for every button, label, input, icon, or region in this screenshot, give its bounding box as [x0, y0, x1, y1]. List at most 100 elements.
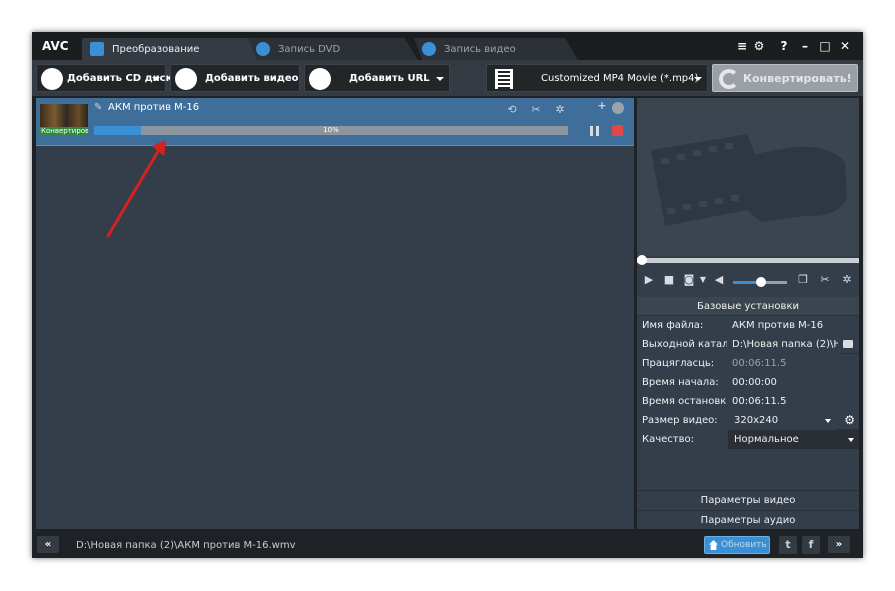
home-icon: [709, 540, 718, 550]
seek-handle[interactable]: [637, 255, 647, 265]
audio-params-button[interactable]: Параметры аудио: [637, 510, 859, 529]
file-list[interactable]: Конвертирование ✎ АКМ против М-16 ⟲ ✂ ✲ …: [36, 98, 634, 529]
prop-key: Працягласць:: [637, 354, 727, 373]
plus-icon[interactable]: +: [596, 100, 608, 112]
start-time-value[interactable]: 00:00:00: [728, 373, 859, 392]
cd-add-icon: [41, 68, 63, 90]
video-preview: [637, 98, 859, 256]
update-button[interactable]: Обновить: [704, 536, 770, 554]
film-strip-icon: [495, 69, 513, 89]
add-video-button[interactable]: Добавить видео: [170, 64, 300, 92]
prop-key: Качество:: [637, 430, 727, 449]
list-item[interactable]: Конвертирование ✎ АКМ против М-16 ⟲ ✂ ✲ …: [36, 98, 634, 146]
convert-icon: [90, 42, 104, 56]
properties-panel: Базовые установки Имя файла: АКМ против …: [637, 297, 859, 449]
tab-dvd[interactable]: Запись DVD: [248, 38, 418, 60]
prop-row-quality: Качество: Нормальное: [637, 430, 859, 449]
filename-value[interactable]: АКМ против М-16: [728, 316, 859, 335]
title-bar: AVC Преобразование Запись DVD Запись вид…: [32, 32, 863, 60]
film-reel-icon: [651, 134, 847, 226]
volume-handle[interactable]: [756, 277, 766, 287]
record-icon: [422, 42, 436, 56]
maximize-button[interactable]: □: [818, 39, 832, 53]
prop-row-video-size: Размер видео: 320x240 ⚙: [637, 411, 859, 430]
chevron-down-icon: [848, 438, 854, 442]
right-panel: ▶ ■ ◙ ▼ ◀ ❐ ✂ ✲ Базовые установки Имя фа…: [637, 98, 859, 529]
twitter-icon[interactable]: t: [779, 536, 797, 554]
prop-row-stop-time: Время остановки: 00:06:11.5: [637, 392, 859, 411]
item-status: Конвертирование: [40, 127, 88, 136]
stop-icon[interactable]: ■: [663, 274, 675, 286]
convert-icon: [719, 69, 739, 89]
duration-value: 00:06:11.5: [728, 354, 859, 373]
convert-label: Конвертировать!: [743, 72, 852, 85]
seek-bar[interactable]: [637, 258, 859, 263]
item-title: АКМ против М-16: [108, 102, 200, 113]
app-window: AVC Преобразование Запись DVD Запись вид…: [32, 32, 863, 558]
prop-row-output-dir: Выходной каталог: D:\Новая папка (2)\Но.…: [637, 335, 859, 354]
refresh-icon[interactable]: ⟲: [506, 104, 518, 116]
output-format-select[interactable]: Customized MP4 Movie (*.mp4): [486, 64, 708, 92]
progress-percent: 10%: [323, 126, 339, 134]
video-thumbnail: Конвертирование: [40, 104, 88, 136]
prop-key: Время начала:: [637, 373, 727, 392]
player-controls: ▶ ■ ◙ ▼ ◀ ❐ ✂ ✲: [637, 270, 859, 292]
expand-button[interactable]: »: [828, 536, 850, 553]
prop-row-duration: Працягласць: 00:06:11.5: [637, 354, 859, 373]
chevron-down-icon: [694, 77, 702, 81]
minimize-button[interactable]: –: [798, 39, 812, 53]
facebook-icon[interactable]: f: [802, 536, 820, 554]
circle-icon[interactable]: [612, 102, 624, 114]
status-bar: « D:\Новая папка (2)\АКМ против М-16.wmv…: [32, 532, 863, 558]
prop-row-filename: Имя файла: АКМ против М-16: [637, 316, 859, 335]
tab-label: Преобразование: [112, 43, 200, 55]
prop-key: Имя файла:: [637, 316, 727, 335]
output-dir-value[interactable]: D:\Новая папка (2)\Но...: [728, 335, 838, 354]
scissors-icon[interactable]: ✂: [530, 104, 542, 116]
magic-wand-icon[interactable]: ✲: [841, 274, 853, 286]
magic-wand-icon[interactable]: ✲: [554, 104, 566, 116]
folder-icon[interactable]: [843, 340, 853, 348]
disc-icon: [256, 42, 270, 56]
pause-button[interactable]: [590, 126, 599, 136]
output-format-label: Customized MP4 Movie (*.mp4): [541, 73, 699, 84]
output-path: D:\Новая папка (2)\АКМ против М-16.wmv: [76, 540, 296, 551]
collapse-button[interactable]: «: [37, 536, 59, 553]
video-params-button[interactable]: Параметры видео: [637, 490, 859, 509]
add-cd-button[interactable]: Добавить CD диск: [36, 64, 172, 92]
copy-icon[interactable]: ❐: [797, 274, 809, 286]
close-button[interactable]: ✕: [838, 39, 852, 53]
help-button[interactable]: ?: [777, 39, 791, 53]
prop-row-start-time: Время начала: 00:00:00: [637, 373, 859, 392]
volume-icon[interactable]: ◀: [713, 274, 725, 286]
camera-icon[interactable]: ◙: [683, 274, 695, 286]
tab-label: Запись видео: [444, 43, 516, 55]
gear-icon[interactable]: ⚙: [752, 39, 766, 53]
film-add-icon: [175, 68, 197, 90]
gear-icon[interactable]: ⚙: [844, 411, 855, 430]
app-logo: AVC: [42, 39, 69, 53]
progress-bar: 10%: [94, 126, 568, 135]
scissors-icon[interactable]: ✂: [819, 274, 831, 286]
tab-record[interactable]: Запись видео: [414, 38, 578, 60]
add-url-label: Добавить URL: [349, 73, 430, 84]
video-size-select[interactable]: 320x240: [728, 411, 836, 430]
prop-key: Выходной каталог:: [637, 335, 727, 354]
volume-slider[interactable]: [733, 277, 787, 287]
video-size-value: 320x240: [734, 415, 779, 426]
thumbnail-image: [40, 104, 88, 128]
add-video-label: Добавить видео: [205, 73, 299, 84]
play-icon[interactable]: ▶: [643, 274, 655, 286]
chevron-down-icon: [825, 419, 831, 423]
convert-button[interactable]: Конвертировать!: [712, 64, 858, 92]
prop-key: Время остановки:: [637, 392, 727, 411]
chevron-down-icon: [436, 77, 444, 81]
menu-icon[interactable]: ≡: [735, 39, 749, 53]
chevron-down-icon[interactable]: ▼: [697, 274, 709, 286]
add-url-button[interactable]: Добавить URL: [304, 64, 450, 92]
quality-select[interactable]: Нормальное: [728, 430, 859, 449]
properties-header: Базовые установки: [637, 297, 859, 316]
stop-time-value[interactable]: 00:06:11.5: [728, 392, 859, 411]
stop-button[interactable]: [612, 125, 623, 136]
pencil-icon[interactable]: ✎: [94, 102, 102, 113]
